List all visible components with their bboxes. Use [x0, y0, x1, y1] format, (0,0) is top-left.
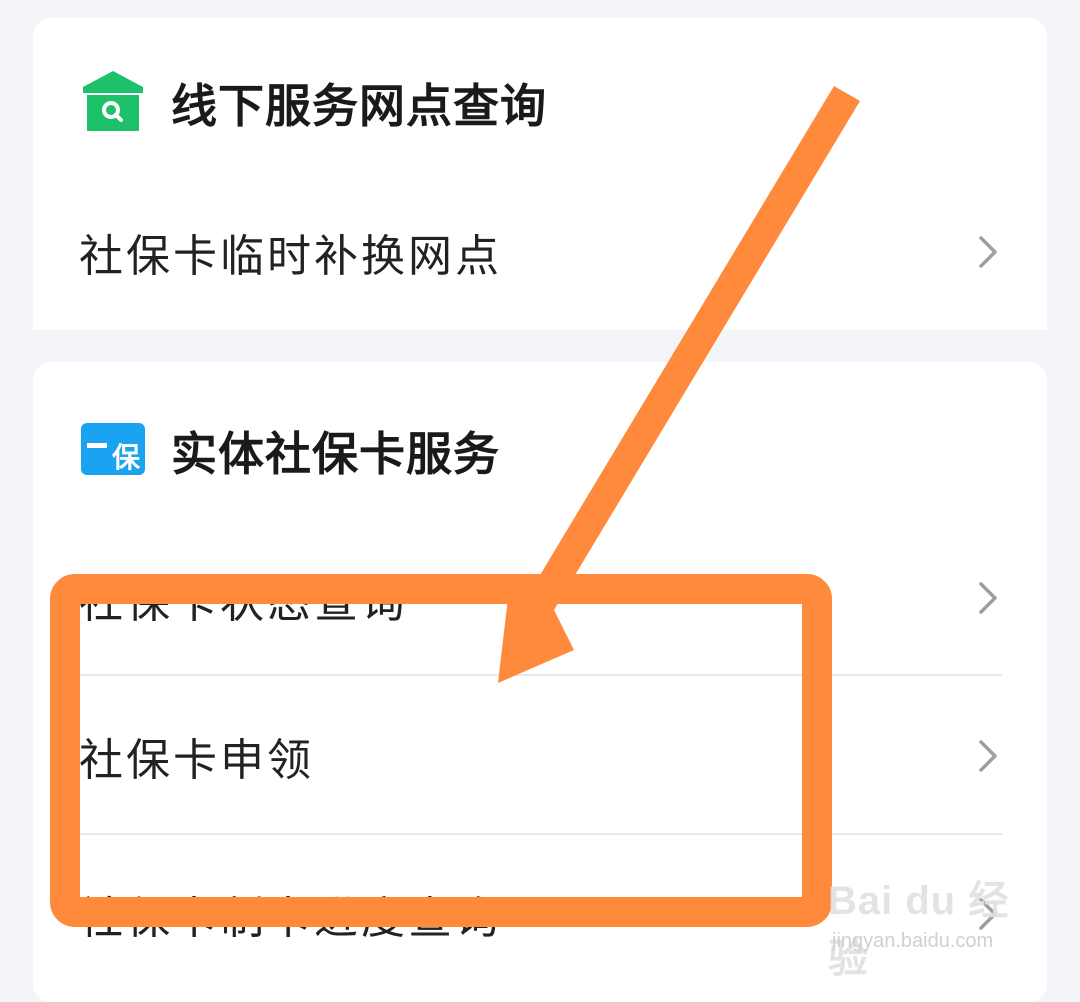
list-divider — [79, 833, 1002, 835]
list-item-label: 社保卡制卡进度查询 — [79, 893, 502, 944]
social-security-card-icon: 保 — [81, 423, 145, 479]
list-divider — [79, 674, 1002, 676]
list-item-card-application[interactable]: 社保卡申领 — [79, 678, 1002, 834]
offline-service-header: 线下服务网点查询 — [81, 70, 547, 136]
list-item-label: 社保卡临时补换网点 — [79, 231, 502, 282]
chevron-right-icon — [972, 736, 1002, 776]
list-item-temporary-replacement-points[interactable]: 社保卡临时补换网点 — [79, 174, 1002, 330]
chevron-right-icon — [972, 578, 1002, 618]
card-icon-text: 保 — [112, 441, 141, 474]
offline-service-card: 线下服务网点查询 社保卡临时补换网点 — [33, 18, 1047, 330]
service-point-search-icon — [81, 71, 145, 135]
baidu-jingyan-watermark: Bai du 经验 jingyan.baidu.com — [828, 868, 1028, 981]
list-item-label: 社保卡状态查询 — [79, 577, 408, 628]
list-item-label: 社保卡申领 — [79, 735, 314, 786]
physical-card-title: 实体社保卡服务 — [171, 427, 500, 481]
offline-service-title: 线下服务网点查询 — [171, 79, 547, 133]
chevron-right-icon — [972, 232, 1002, 272]
list-item-card-status-query[interactable]: 社保卡状态查询 — [79, 520, 1002, 676]
watermark-url: jingyan.baidu.com — [832, 930, 994, 952]
watermark-brand: Bai du 经验 — [828, 879, 1010, 981]
physical-card-header: 保 实体社保卡服务 — [81, 418, 500, 484]
